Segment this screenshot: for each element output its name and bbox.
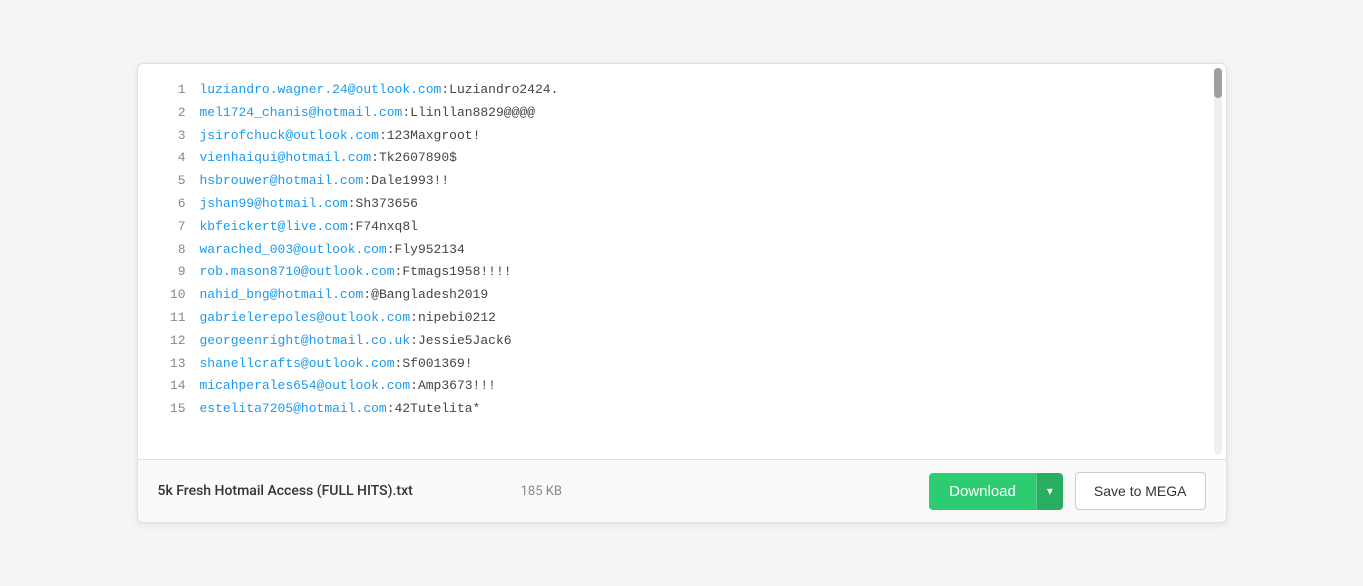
line-separator: :	[348, 217, 356, 238]
list-item: 12 georgeenright@hotmail.co.uk:Jessie5Jac…	[158, 331, 1206, 352]
list-item: 13 shanellcrafts@outlook.com:Sf001369!	[158, 354, 1206, 375]
line-separator: :	[395, 354, 403, 375]
list-item: 1 luziandro.wagner.24@outlook.com:Luziand…	[158, 80, 1206, 101]
line-number: 12	[158, 331, 186, 352]
scrollbar-track[interactable]	[1214, 68, 1222, 455]
line-password: Llinllan8829@@@@	[410, 103, 535, 124]
line-email: warached_003@outlook.com	[200, 240, 387, 261]
line-separator: :	[410, 331, 418, 352]
line-separator: :	[379, 126, 387, 147]
line-email: jsirofchuck@outlook.com	[200, 126, 379, 147]
file-size: 185 KB	[521, 484, 562, 499]
list-item: 15 estelita7205@hotmail.com:42Tutelita*	[158, 399, 1206, 420]
file-viewer: 1luziandro.wagner.24@outlook.com:Luziand…	[137, 63, 1227, 523]
line-password: Sf001369!	[402, 354, 472, 375]
line-password: Jessie5Jack6	[418, 331, 512, 352]
line-email: shanellcrafts@outlook.com	[200, 354, 395, 375]
line-number: 4	[158, 148, 186, 169]
list-item: 2 mel1724_chanis@hotmail.com:Llinllan8829…	[158, 103, 1206, 124]
download-button-group: Download ▾	[929, 473, 1063, 510]
list-item: 11 gabrielerepoles@outlook.com:nipebi0212	[158, 308, 1206, 329]
line-password: nipebi0212	[418, 308, 496, 329]
line-separator: :	[410, 308, 418, 329]
list-item: 5 hsbrouwer@hotmail.com:Dale1993!!	[158, 171, 1206, 192]
line-number: 5	[158, 171, 186, 192]
line-password: 42Tutelita*	[395, 399, 481, 420]
list-item: 3 jsirofchuck@outlook.com:123Maxgroot!	[158, 126, 1206, 147]
line-separator: :	[387, 399, 395, 420]
line-number: 1	[158, 80, 186, 101]
download-button[interactable]: Download	[929, 473, 1036, 510]
line-password: Luziandro2424.	[449, 80, 558, 101]
line-email: kbfeickert@live.com	[200, 217, 348, 238]
line-password: Dale1993!!	[371, 171, 449, 192]
list-item: 7 kbfeickert@live.com:F74nxq8l	[158, 217, 1206, 238]
line-number: 2	[158, 103, 186, 124]
line-email: rob.mason8710@outlook.com	[200, 262, 395, 283]
line-number: 6	[158, 194, 186, 215]
line-separator: :	[387, 240, 395, 261]
line-email: luziandro.wagner.24@outlook.com	[200, 80, 442, 101]
line-number: 10	[158, 285, 186, 306]
line-separator: :	[363, 171, 371, 192]
file-content: 1luziandro.wagner.24@outlook.com:Luziand…	[138, 64, 1226, 459]
line-email: nahid_bng@hotmail.com	[200, 285, 364, 306]
line-number: 13	[158, 354, 186, 375]
line-password: Amp3673!!!	[418, 376, 496, 397]
line-password: Fly952134	[395, 240, 465, 261]
line-password: @Bangladesh2019	[371, 285, 488, 306]
line-email: georgeenright@hotmail.co.uk	[200, 331, 411, 352]
list-item: 10 nahid_bng@hotmail.com:@Bangladesh2019	[158, 285, 1206, 306]
line-separator: :	[348, 194, 356, 215]
list-item: 8 warached_003@outlook.com:Fly952134	[158, 240, 1206, 261]
line-separator: :	[410, 376, 418, 397]
line-number: 3	[158, 126, 186, 147]
line-email: micahperales654@outlook.com	[200, 376, 411, 397]
line-email: hsbrouwer@hotmail.com	[200, 171, 364, 192]
list-item: 4 vienhaiqui@hotmail.com:Tk2607890$	[158, 148, 1206, 169]
line-separator: :	[363, 285, 371, 306]
list-item: 14 micahperales654@outlook.com:Amp3673!!!	[158, 376, 1206, 397]
file-name: 5k Fresh Hotmail Access (FULL HITS).txt	[158, 483, 501, 499]
line-email: vienhaiqui@hotmail.com	[200, 148, 372, 169]
line-number: 11	[158, 308, 186, 329]
line-password: F74nxq8l	[356, 217, 418, 238]
line-email: estelita7205@hotmail.com	[200, 399, 387, 420]
download-dropdown-button[interactable]: ▾	[1036, 473, 1063, 510]
line-email: mel1724_chanis@hotmail.com	[200, 103, 403, 124]
line-email: gabrielerepoles@outlook.com	[200, 308, 411, 329]
line-password: Tk2607890$	[379, 148, 457, 169]
line-password: Sh373656	[356, 194, 418, 215]
file-footer: 5k Fresh Hotmail Access (FULL HITS).txt …	[138, 459, 1226, 522]
line-number: 8	[158, 240, 186, 261]
line-separator: :	[441, 80, 449, 101]
line-number: 14	[158, 376, 186, 397]
line-email: jshan99@hotmail.com	[200, 194, 348, 215]
scrollbar-thumb[interactable]	[1214, 68, 1222, 98]
save-to-mega-button[interactable]: Save to MEGA	[1075, 472, 1206, 510]
line-number: 15	[158, 399, 186, 420]
chevron-down-icon: ▾	[1047, 484, 1053, 498]
line-password: Ftmags1958!!!!	[402, 262, 511, 283]
line-number: 9	[158, 262, 186, 283]
list-item: 6 jshan99@hotmail.com:Sh373656	[158, 194, 1206, 215]
line-number: 7	[158, 217, 186, 238]
line-password: 123Maxgroot!	[387, 126, 481, 147]
line-separator: :	[402, 103, 410, 124]
list-item: 9 rob.mason8710@outlook.com:Ftmags1958!!!…	[158, 262, 1206, 283]
line-separator: :	[371, 148, 379, 169]
line-separator: :	[395, 262, 403, 283]
